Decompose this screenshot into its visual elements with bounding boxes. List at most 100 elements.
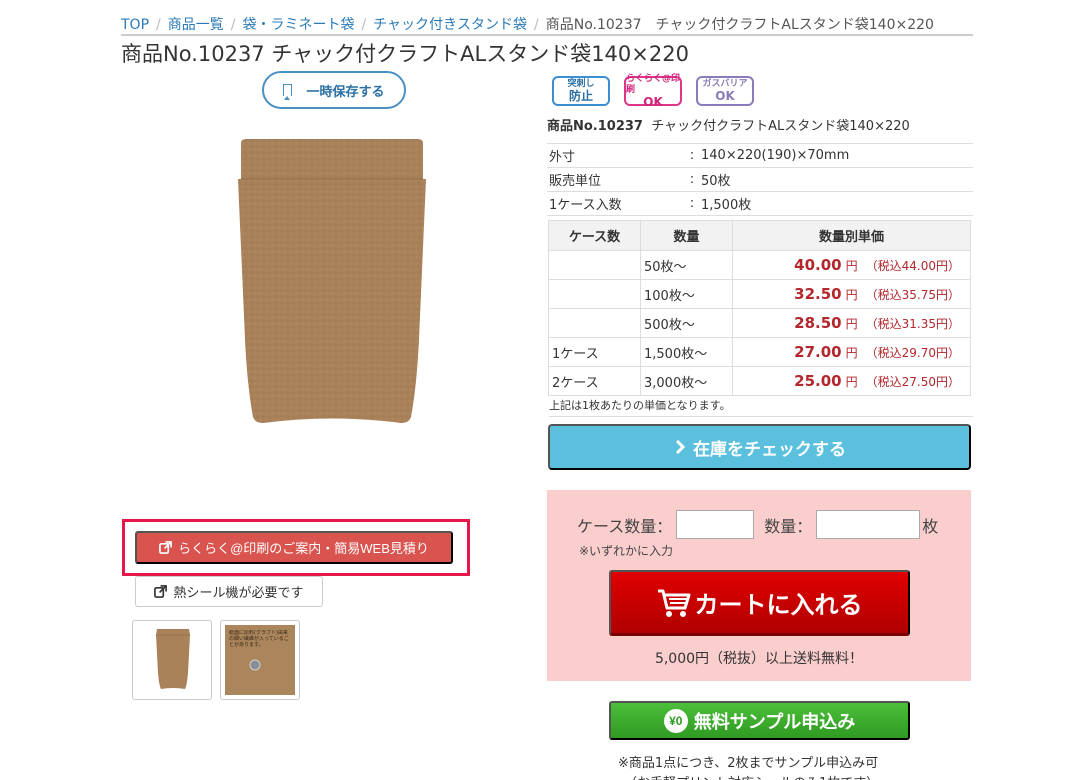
tax-included-price: （税込31.35円） [865,317,960,331]
price-cell: 27.00 円 （税込29.70円） [732,337,971,367]
breadcrumb-separator: / [156,17,161,33]
price-quantity: 100枚〜 [640,279,733,309]
price-cases: 2ケース [548,366,641,396]
thumbnail-product[interactable] [132,620,212,700]
price-table-header: ケース数 数量 数量別単価 [548,220,971,251]
yen-unit: 円 [845,375,858,389]
product-number: 商品No.10237 [547,119,643,134]
price-cases [548,308,641,338]
sample-note-secondary: （お手軽プリント対応シールのみ1枚です） [624,772,879,780]
free-sample-button[interactable]: ¥0 無料サンプル申込み [609,701,910,740]
breadcrumb-product-list[interactable]: 商品一覧 [168,17,224,33]
spec-label: 1ケース入数 [547,191,685,216]
price-quantity: 500枚〜 [640,308,733,338]
price-quantity: 3,000枚〜 [640,366,733,396]
product-image [238,139,426,423]
price-row: 2ケース 3,000枚〜 25.00 円 （税込27.50円） [548,366,971,396]
spec-value: 1,500枚 [699,191,973,216]
unit-price: 40.00 [794,256,842,274]
add-to-cart-button[interactable]: カートに入れる [609,570,910,636]
save-button[interactable]: 一時保存する [262,71,406,109]
yen-unit: 円 [845,317,858,331]
heat-sealer-label: 熱シール機が必要です [173,585,304,600]
cart-icon [657,589,690,617]
product-name: チャック付クラフトALスタンド袋140×220 [651,119,910,134]
easy-print-badge: らくらく@印刷 OK [624,73,682,109]
feature-badges: 突刺し 防止 らくらく@印刷 OK ガスバリア OK [552,73,754,109]
price-cell: 32.50 円 （税込35.75円） [732,279,971,309]
check-stock-button[interactable]: 在庫をチェックする [548,424,971,470]
spec-value: 50枚 [699,167,973,192]
heat-sealer-button[interactable]: 熱シール機が必要です [135,576,323,607]
tax-included-price: （税込44.00円） [865,259,960,273]
quantity-row: ケース数量： 数量： 枚 [577,510,938,539]
price-row: 50枚〜 40.00 円 （税込44.00円） [548,250,971,280]
breadcrumb: TOP / 商品一覧 / 袋・ラミネート袋 / チャック付きスタンド袋 / 商品No.10237… [121,14,973,36]
badge-line2: OK [643,94,663,109]
chevron-right-icon [675,440,686,454]
thumbnail-closeup-caption: 紙面に原料(クラフト)由来の細い繊維が入っていることがあります。 [229,630,289,648]
external-link-icon [154,585,168,598]
breadcrumb-zipper-stand-bags[interactable]: チャック付きスタンド袋 [373,17,527,33]
badge-line2: 防止 [568,89,593,103]
price-note: 上記は1枚あたりの単価となります。 [549,397,973,417]
breadcrumb-separator: / [361,17,367,33]
breadcrumb-current: 商品No.10237 チャック付クラフトALスタンド袋140×220 [545,17,934,33]
free-shipping-note: 5,000円（税抜）以上送料無料！ [654,651,864,667]
unit-price: 25.00 [794,372,842,390]
quantity-unit: 枚 [922,516,939,536]
badge-line1: らくらく@印刷 [626,73,681,95]
print-service-button[interactable]: らくらく@印刷のご案内・簡易WEB見積り [135,531,453,564]
external-link-icon [159,541,173,554]
add-to-cart-label: カートに入れる [694,592,863,619]
spec-table: 外寸 : 140×220(190)×70mm 販売単位 : 50枚 1ケース入数… [547,143,973,216]
quantity-note: ※いずれかに入力 [579,544,674,558]
bookmark-icon [283,84,293,100]
thumbnail-detail[interactable]: 紙面に原料(クラフト)由来の細い繊維が入っていることがあります。 [220,620,300,700]
price-quantity: 50枚〜 [640,250,733,280]
free-sample-label: 無料サンプル申込み [693,711,856,732]
spec-label: 外寸 [547,143,685,168]
cart-panel: ケース数量： 数量： 枚 ※いずれかに入力 カートに入れる 5,000円（税抜）… [547,490,971,681]
yen-unit: 円 [845,259,858,273]
puncture-resistant-badge: 突刺し 防止 [552,76,610,106]
tax-included-price: （税込35.75円） [865,288,960,302]
header-quantity: 数量 [640,220,733,251]
case-quantity-label: ケース数量： [577,516,673,536]
price-cases [548,250,641,280]
price-cases [548,279,641,309]
unit-price: 27.00 [794,343,842,361]
page-title: 商品No.10237 チャック付クラフトALスタンド袋140×220 [121,42,689,66]
price-table: ケース数 数量 数量別単価 50枚〜 40.00 円（税込44.00円） 100枚… [548,220,971,396]
price-cell: 25.00 円 （税込27.50円） [732,366,971,396]
yen-unit: 円 [845,288,858,302]
tax-included-price: （税込27.50円） [865,375,960,389]
badge-line2: OK [715,89,735,103]
header-cases: ケース数 [548,220,641,251]
spec-colon: : [685,167,699,192]
header-unit-price: 数量別単価 [732,220,971,251]
price-quantity: 1,500枚〜 [640,337,733,367]
breadcrumb-bags[interactable]: 袋・ラミネート袋 [242,17,354,33]
case-quantity-input[interactable] [676,510,755,539]
sample-note: ※商品1点につき、2枚までサンプル申込み可 [618,756,879,771]
breadcrumb-top[interactable]: TOP [121,17,149,33]
spec-row: 販売単位 : 50枚 [547,167,973,192]
tax-included-price: （税込29.70円） [865,346,960,360]
breadcrumb-separator: / [230,17,236,33]
price-row: 1ケース 1,500枚〜 27.00 円 （税込29.70円） [548,337,971,367]
gas-barrier-badge: ガスバリア OK [696,76,754,106]
quantity-input[interactable] [816,510,921,539]
price-cases: 1ケース [548,337,641,367]
price-row: 500枚〜 28.50 円 （税込31.35円） [548,308,971,338]
breadcrumb-separator: / [534,17,539,33]
unit-price: 28.50 [794,314,842,332]
unit-price: 32.50 [794,285,842,303]
check-stock-label: 在庫をチェックする [693,439,846,459]
price-cell: 28.50 円 （税込31.35円） [732,308,971,338]
price-cell: 40.00 円 （税込44.00円） [732,250,971,280]
quantity-label: 数量： [764,516,813,536]
yen-unit: 円 [845,346,858,360]
spec-label: 販売単位 [547,167,685,192]
price-row: 100枚〜 32.50 円 （税込35.75円） [548,279,971,309]
